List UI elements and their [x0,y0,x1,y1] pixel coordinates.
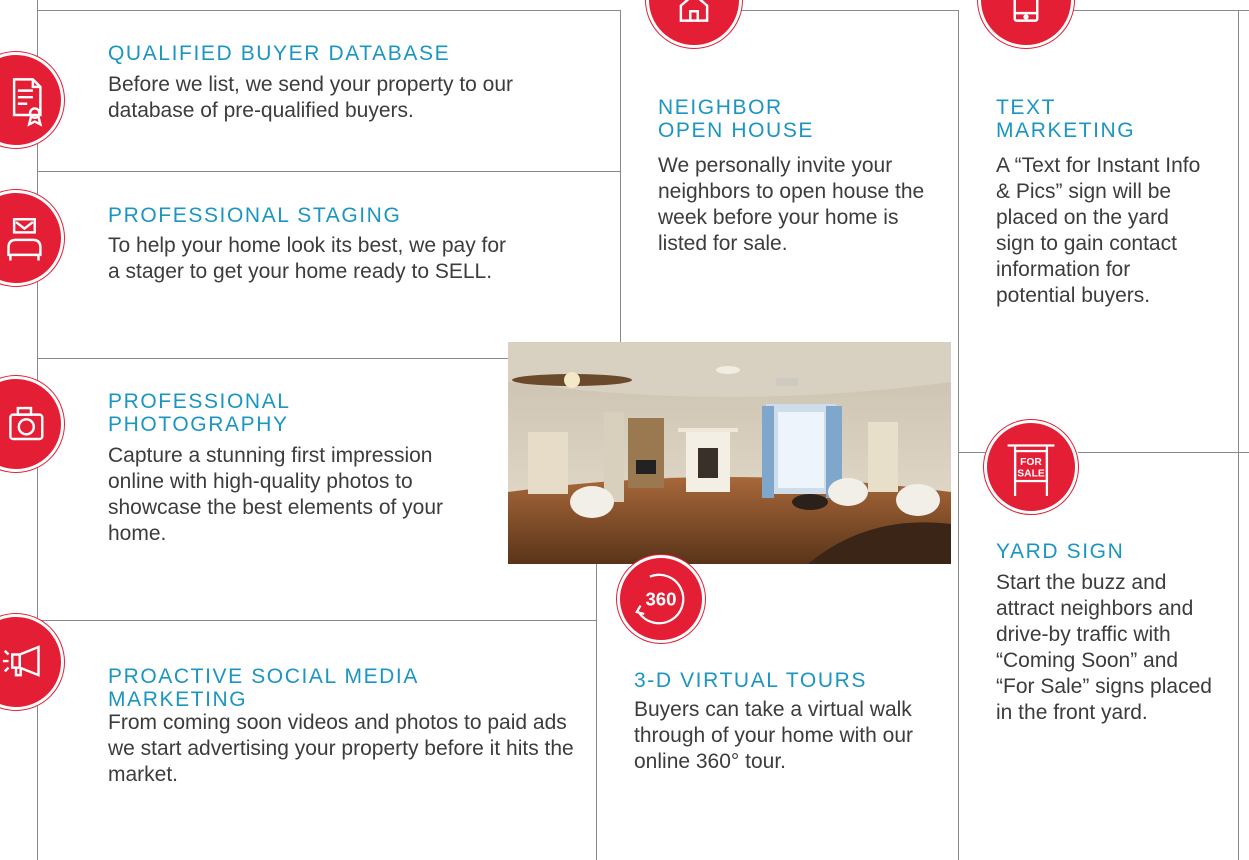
row-divider [37,358,508,359]
service-title-yard-sign: YARD SIGN [996,540,1125,563]
panoramic-living-room-photo [508,342,951,564]
for-sale-sign-text-bottom: SALE [1017,468,1045,479]
service-text-3d-virtual-tours: Buyers can take a virtual walk through o… [634,698,913,773]
360-label: 360 [645,589,676,610]
column-divider-middle-upper [620,10,621,342]
column-divider-far-right [1238,10,1239,860]
service-text-professional-photography: Capture a stunning first impression onli… [108,444,444,545]
service-title-professional-photography: PROFESSIONAL PHOTOGRAPHY [108,390,290,436]
service-title-text-marketing: TEXT MARKETING [996,96,1136,142]
row-divider [37,620,596,621]
row-divider [740,10,958,11]
smartphone-icon [978,0,1074,48]
row-divider [37,171,620,172]
service-text-proactive-social-media-marketing: From coming soon videos and photos to pa… [108,711,574,786]
service-title-proactive-social-media-marketing: PROACTIVE SOCIAL MEDIA MARKETING [108,665,418,711]
row-divider [1078,452,1249,453]
camera-icon [0,376,64,472]
megaphone-icon [0,614,64,710]
row-divider [37,10,620,11]
column-divider-middle-lower [596,564,597,860]
service-title-neighbor-open-house: NEIGHBOR OPEN HOUSE [658,96,815,142]
service-text-text-marketing: A “Text for Instant Info & Pics” sign wi… [996,154,1201,307]
row-divider [1071,10,1249,11]
service-title-3d-virtual-tours: 3-D VIRTUAL TOURS [634,669,867,692]
service-text-neighbor-open-house: We personally invite your neighbors to o… [658,154,925,255]
service-text-professional-staging: To help your home look its best, we pay … [108,234,507,283]
for-sale-sign-icon: FOR SALE [984,420,1078,514]
row-divider [958,452,985,453]
service-title-professional-staging: PROFESSIONAL STAGING [108,204,402,227]
service-title-qualified-buyer-database: QUALIFIED BUYER DATABASE [108,42,451,65]
service-text-qualified-buyer-database: Before we list, we send your property to… [108,73,514,122]
house-invite-icon [646,0,742,48]
360-tour-icon: 360 [617,555,705,643]
column-divider-right [958,10,959,860]
certificate-document-icon [0,52,64,148]
for-sale-sign-text-top: FOR [1020,457,1042,468]
staging-sofa-icon [0,190,64,286]
service-text-yard-sign: Start the buzz and attract neighbors and… [996,571,1212,724]
